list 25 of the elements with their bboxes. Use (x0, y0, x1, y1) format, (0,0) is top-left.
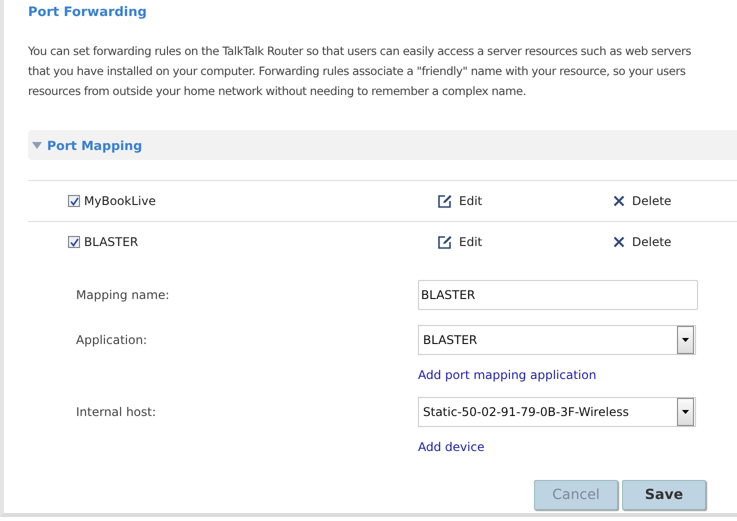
edit-icon[interactable] (437, 234, 452, 250)
description: You can set forwarding rules on the TalkTalk Router so that users can easily access a server resources such as web servers that you have installed on your computer. Forwarding rules associate a "friendly" name with your resource, so your users resources from outside your home network without needing to remember a complex name. (28, 43, 692, 100)
page-title: Port Forwarding (28, 4, 148, 22)
edit-icon[interactable] (437, 194, 452, 208)
dropdown-arrow-icon (682, 410, 689, 414)
save-button[interactable]: Save (622, 480, 706, 510)
expanded-triangle-icon (32, 142, 42, 148)
close-icon[interactable] (613, 236, 625, 248)
edit-link[interactable]: Edit (459, 235, 482, 249)
dropdown[interactable]: Static-50-02-91-79-0B-3F-Wireless (418, 397, 696, 427)
mapping-name: BLASTER (84, 235, 140, 249)
mapping-name: MyBookLive (84, 194, 157, 208)
close-icon[interactable] (613, 195, 625, 207)
input-field[interactable]: BLASTER (418, 280, 698, 310)
edit-link[interactable]: Edit (459, 194, 482, 208)
dropdown-arrow-icon (682, 338, 689, 342)
field-label: Internal host: (75, 404, 158, 421)
link[interactable]: Add device (418, 440, 484, 454)
field-label: Mapping name: (75, 287, 170, 304)
delete-link[interactable]: Delete (632, 235, 672, 249)
link[interactable]: Add port mapping application (418, 368, 596, 382)
dropdown[interactable]: BLASTER (418, 325, 696, 355)
delete-link[interactable]: Delete (632, 194, 672, 208)
section-header[interactable]: Port Mapping (28, 130, 737, 160)
field-label: Application: (75, 332, 148, 349)
